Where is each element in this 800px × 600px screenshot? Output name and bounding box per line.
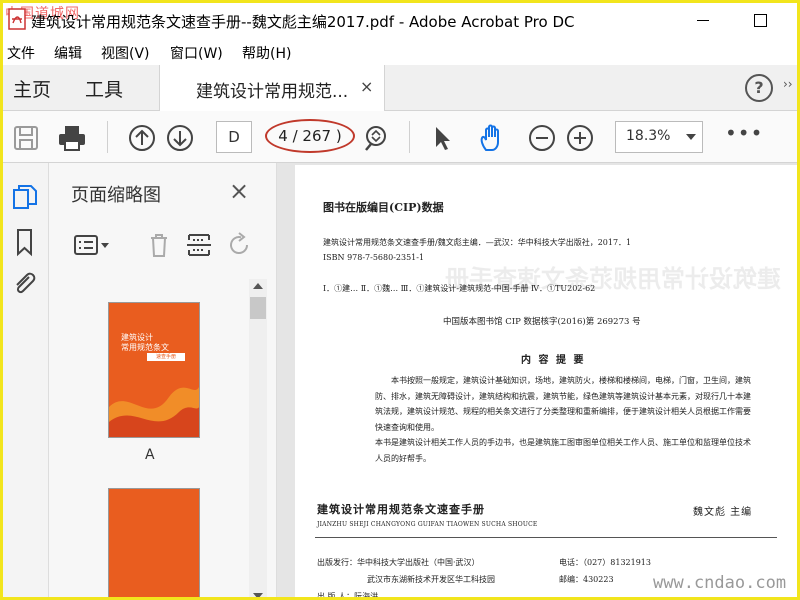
delete-page-icon[interactable] [145, 231, 173, 259]
select-arrow-icon[interactable] [427, 123, 457, 153]
overflow-chevron-icon[interactable]: ›› [783, 77, 793, 91]
cover-artwork [109, 387, 199, 437]
save-icon[interactable] [11, 123, 41, 153]
menu-view[interactable]: 视图(V) [101, 43, 150, 63]
acrobat-logo-icon [8, 8, 26, 30]
page-thumbnails-icon[interactable] [11, 183, 39, 213]
toolbar-divider [107, 121, 108, 153]
classification: Ⅰ．①建… Ⅱ．①魏… Ⅲ．①建筑设计-建筑规范-中国-手册 Ⅳ．①TU202-… [323, 284, 596, 293]
scrollbar-thumb[interactable] [250, 297, 266, 319]
minimize-button[interactable] [683, 9, 723, 31]
publisher-address: 武汉市东湖新技术开发区华工科技园 [367, 575, 495, 584]
toolbar-divider [409, 121, 410, 153]
thumbnail-label: A [145, 447, 155, 463]
app-window: 中国道城网 建筑设计常用规范条文速查手册--魏文彪主编2017.pdf - Ad… [0, 0, 800, 600]
book-title-pinyin: JIANZHU SHEJI CHANGYONG GUIFAN TIAOWEN S… [317, 521, 538, 528]
extract-page-icon[interactable] [185, 231, 213, 259]
summary-text: 本书按照一般规定，建筑设计基础知识，场地，建筑防火，楼梯和楼梯间，电梯，门窗，卫… [375, 376, 751, 463]
search-icon[interactable] [361, 123, 391, 153]
thumbnail-cover-title: 建筑设计 常用规范条文 [121, 333, 169, 352]
page-up-icon[interactable] [127, 123, 157, 153]
publisher-phone: 电话：（027）81321913 [559, 558, 651, 567]
document-page: 建筑设计常用规范条文速查手册 图书在版编目(CIP)数据 建筑设计常用规范条文速… [295, 165, 797, 600]
scroll-down-icon[interactable] [253, 593, 263, 597]
thumbnails-panel: 页面缩略图 × 建筑设计 常用规范条文 速查手册 A [49, 163, 277, 597]
hand-icon[interactable] [477, 123, 507, 153]
chevron-down-icon [686, 134, 696, 140]
attachment-icon[interactable] [11, 269, 39, 299]
menu-help[interactable]: 帮助(H) [242, 43, 291, 63]
maximize-button[interactable] [741, 9, 781, 31]
thumbnail-options-icon[interactable] [73, 231, 113, 259]
page-thumbnail[interactable] [109, 489, 199, 597]
window-title: 建筑设计常用规范条文速查手册--魏文彪主编2017.pdf - Adobe Ac… [31, 13, 575, 31]
menu-bar: 文件 编辑 视图(V) 窗口(W) 帮助(H) [3, 39, 797, 63]
summary-heading: 内 容 提 要 [521, 355, 586, 366]
page-count: 4 / 267 ) [265, 119, 355, 153]
tab-tools[interactable]: 工具 [85, 75, 123, 102]
tab-home[interactable]: 主页 [13, 75, 51, 102]
document-viewer[interactable]: 建筑设计常用规范条文速查手册 图书在版编目(CIP)数据 建筑设计常用规范条文速… [277, 163, 797, 600]
tab-document-label: 建筑设计常用规范... [196, 82, 349, 102]
divider-line [315, 537, 777, 538]
scroll-up-icon[interactable] [253, 283, 263, 289]
menu-window[interactable]: 窗口(W) [170, 43, 223, 63]
thumbnail-cover-badge: 速查手册 [147, 353, 185, 361]
zoom-in-icon[interactable] [565, 123, 595, 153]
page-down-icon[interactable] [165, 123, 195, 153]
bookmark-icon[interactable] [11, 227, 39, 257]
zoom-out-icon[interactable] [527, 123, 557, 153]
rotate-page-icon[interactable] [225, 231, 253, 259]
more-options-icon[interactable]: ••• [725, 121, 763, 145]
menu-edit[interactable]: 编辑 [54, 43, 82, 63]
zoom-select[interactable]: 18.3% [615, 121, 703, 153]
cip-heading: 图书在版编目(CIP)数据 [323, 201, 444, 214]
close-panel-icon[interactable]: × [229, 177, 249, 205]
navigation-pane [3, 163, 49, 597]
cip-number: 中国版本图书馆 CIP 数据核字(2016)第 269273 号 [443, 317, 641, 327]
book-title: 建筑设计常用规范条文速查手册 [317, 503, 485, 516]
menu-file[interactable]: 文件 [7, 43, 35, 63]
publisher-person: 出 版 人：阮海洪 [317, 592, 379, 600]
cip-record: 建筑设计常用规范条文速查手册/魏文彪主编．—武汉：华中科技大学出版社，2017．… [323, 238, 632, 247]
thumbnails-scrollbar[interactable] [249, 279, 267, 597]
publisher-line: 出版发行：华中科技大学出版社（中国·武汉） [317, 558, 480, 567]
tab-document[interactable]: 建筑设计常用规范... × [159, 65, 385, 111]
book-editor: 魏文彪 主编 [693, 507, 753, 518]
page-thumbnail[interactable]: 建筑设计 常用规范条文 速查手册 [109, 303, 199, 437]
help-icon[interactable]: ? [745, 74, 773, 102]
toolbar: D 4 / 267 ) 18.3% ••• [3, 111, 797, 163]
zoom-value: 18.3% [626, 128, 671, 144]
print-icon[interactable] [57, 123, 87, 153]
panel-title: 页面缩略图 [71, 185, 161, 206]
publisher-postcode: 邮编：430223 [559, 575, 614, 584]
title-bar: 中国道城网 建筑设计常用规范条文速查手册--魏文彪主编2017.pdf - Ad… [3, 3, 797, 37]
tab-bar: 主页 工具 建筑设计常用规范... × ? ›› [3, 65, 797, 111]
close-tab-icon[interactable]: × [360, 77, 373, 96]
isbn: ISBN 978-7-5680-2351-1 [323, 253, 425, 262]
site-watermark: www.cndao.com [653, 573, 787, 593]
panel-toolbar [69, 227, 269, 263]
page-number-input[interactable]: D [216, 121, 252, 153]
